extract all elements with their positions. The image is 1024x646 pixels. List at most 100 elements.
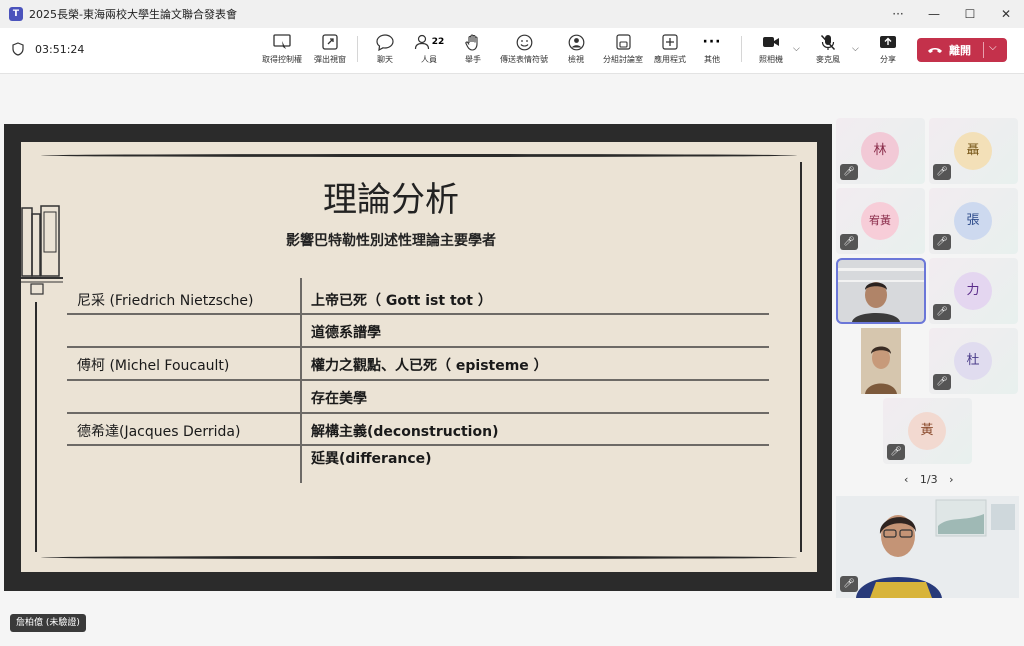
- camera-button[interactable]: 照相機: [756, 32, 786, 70]
- speaker-video[interactable]: 🎤︎: [836, 496, 1019, 598]
- minimize-button[interactable]: —: [916, 0, 952, 28]
- mic-muted-icon: 🎤︎: [933, 304, 951, 320]
- participant-tile[interactable]: 張 🎤︎: [929, 188, 1018, 254]
- participant-video-icon: [838, 260, 924, 322]
- chat-label: 聊天: [377, 55, 393, 64]
- teams-icon: T: [9, 7, 23, 21]
- page-indicator: 1/3: [919, 473, 938, 486]
- leave-label: 離開: [949, 44, 971, 57]
- toolbar-divider: [357, 36, 358, 62]
- phone-icon: [928, 48, 942, 53]
- table-rule: [67, 379, 769, 381]
- chat-button[interactable]: 聊天: [372, 32, 398, 70]
- participant-tile[interactable]: 宥黃 🎤︎: [836, 188, 925, 254]
- more-label: 其他: [704, 55, 720, 64]
- maximize-button[interactable]: ☐: [952, 0, 988, 28]
- people-count: 22: [431, 37, 445, 47]
- people-button[interactable]: 22 人員: [412, 32, 446, 70]
- avatar: 聶: [954, 132, 992, 170]
- apps-button[interactable]: 應用程式: [652, 32, 688, 70]
- rooms-button[interactable]: 分組討論室: [600, 32, 646, 70]
- mic-off-icon: [820, 34, 836, 50]
- more-options-button[interactable]: ···: [880, 0, 916, 28]
- people-icon: [414, 34, 429, 50]
- camera-label: 照相機: [759, 55, 783, 64]
- reactions-button[interactable]: 傳送表情符號: [497, 32, 551, 70]
- mic-muted-icon: 🎤︎: [840, 164, 858, 180]
- concept-cell: 存在美學: [311, 391, 367, 407]
- slide-subtitle: 影響巴特勒性別述性理論主要學者: [286, 233, 496, 249]
- avatar: 張: [954, 202, 992, 240]
- avatar: 黃: [908, 412, 946, 450]
- presentation-slide: 理論分析 影響巴特勒性別述性理論主要學者 尼采 (Friedrich Nietz…: [21, 142, 817, 572]
- slide-border-bottom: [41, 556, 797, 559]
- concept-cell: 解構主義(deconstruction): [311, 424, 499, 440]
- gallery-pager: ‹ 1/3 ›: [904, 473, 954, 486]
- participant-tile[interactable]: 林 🎤︎: [836, 118, 925, 184]
- avatar: 林: [861, 132, 899, 170]
- raise-hand-button[interactable]: 舉手: [460, 32, 486, 70]
- more-icon: ···: [702, 34, 722, 50]
- table-rule: [67, 444, 769, 446]
- reactions-label: 傳送表情符號: [500, 55, 548, 64]
- chevron-right-icon[interactable]: ›: [949, 473, 953, 486]
- shield-icon: [12, 42, 24, 56]
- speaker-video-icon: [836, 496, 1019, 598]
- mic-options-chevron-icon[interactable]: ⌵: [852, 44, 859, 54]
- more-button[interactable]: ··· 其他: [700, 32, 724, 70]
- participant-tile[interactable]: 黃 🎤︎: [883, 398, 972, 464]
- participant-tile-video[interactable]: [861, 328, 901, 394]
- view-icon: [568, 34, 584, 50]
- participant-tile[interactable]: 杜 🎤︎: [929, 328, 1018, 394]
- take-control-icon: [273, 34, 291, 49]
- scholar-cell: 德希達(Jacques Derrida): [77, 424, 241, 440]
- leave-chevron-icon[interactable]: ⌵: [989, 42, 997, 53]
- camera-options-chevron-icon[interactable]: ⌵: [793, 44, 800, 54]
- concept-cell: 道德系譜學: [311, 325, 381, 341]
- close-button[interactable]: ✕: [988, 0, 1024, 28]
- pop-out-label: 彈出視窗: [314, 55, 346, 64]
- leave-button[interactable]: 離開 ⌵: [917, 38, 1007, 62]
- avatar: 杜: [954, 342, 992, 380]
- mic-muted-icon: 🎤︎: [840, 576, 858, 592]
- slide-title: 理論分析: [323, 180, 459, 220]
- meeting-timer: 03:51:24: [35, 43, 85, 56]
- avatar: 宥黃: [861, 202, 899, 240]
- concept-cell: 權力之觀點、人已死（ episteme ）: [311, 358, 548, 374]
- participant-video-icon: [861, 328, 901, 394]
- pop-out-icon: [322, 34, 338, 50]
- concept-cell: 延異(differance): [311, 451, 432, 467]
- mic-muted-icon: 🎤︎: [933, 164, 951, 180]
- scholar-cell: 尼采 (Friedrich Nietzsche): [77, 293, 254, 309]
- slide-border-right: [800, 162, 802, 552]
- camera-icon: [763, 37, 779, 47]
- share-icon: [880, 36, 896, 48]
- mic-muted-icon: 🎤︎: [887, 444, 905, 460]
- view-button[interactable]: 檢視: [564, 32, 588, 70]
- participant-tile-video[interactable]: [836, 258, 926, 324]
- table-rule: [67, 346, 769, 348]
- people-label: 人員: [421, 55, 437, 64]
- take-control-button[interactable]: 取得控制權: [260, 32, 304, 70]
- window-title: 2025長榮-東海兩校大學生論文聯合發表會: [29, 8, 237, 21]
- slide-border-top: [41, 154, 797, 157]
- presenter-name-badge: 詹柏億 (未驗證): [10, 614, 86, 632]
- rooms-label: 分組討論室: [603, 55, 643, 64]
- table-rule: [67, 412, 769, 414]
- shared-screen: 理論分析 影響巴特勒性別述性理論主要學者 尼采 (Friedrich Nietz…: [4, 124, 832, 591]
- participant-tile[interactable]: 聶 🎤︎: [929, 118, 1018, 184]
- take-control-label: 取得控制權: [262, 55, 302, 64]
- mic-button[interactable]: 麥克風: [812, 32, 844, 70]
- chevron-left-icon[interactable]: ‹: [904, 473, 908, 486]
- apps-icon: [662, 34, 678, 50]
- view-label: 檢視: [568, 55, 584, 64]
- leave-divider: [983, 42, 984, 58]
- raise-hand-label: 舉手: [465, 55, 481, 64]
- share-button[interactable]: 分享: [874, 32, 902, 70]
- hand-icon: [465, 33, 478, 51]
- mic-muted-icon: 🎤︎: [933, 234, 951, 250]
- pop-out-button[interactable]: 彈出視窗: [310, 32, 350, 70]
- slide-border-left: [35, 302, 37, 552]
- table-rule: [67, 313, 769, 315]
- participant-tile[interactable]: 力 🎤︎: [929, 258, 1018, 324]
